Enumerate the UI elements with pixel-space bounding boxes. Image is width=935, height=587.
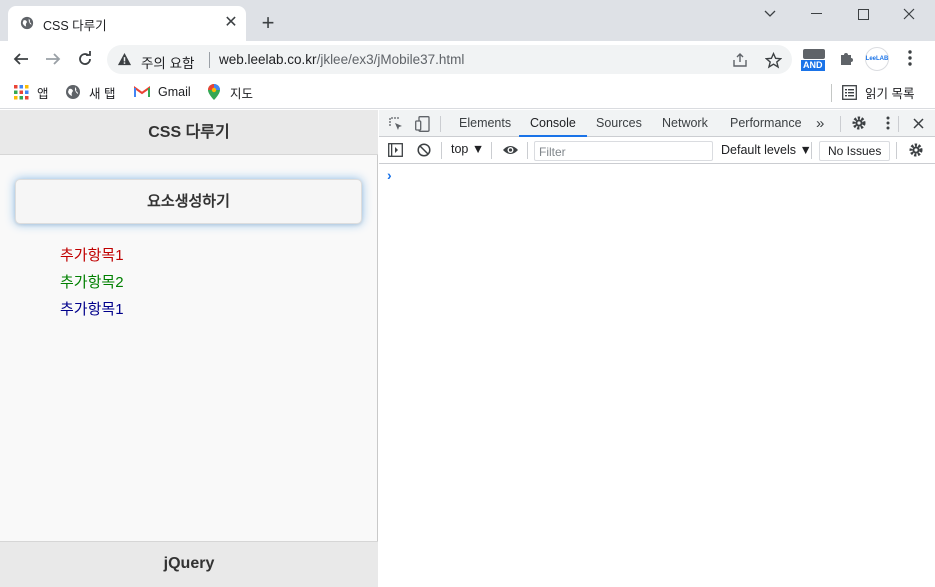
reading-list-button[interactable]: 읽기 목록 — [841, 82, 914, 102]
devtools-panel: Elements Console Sources Network Perform… — [379, 110, 935, 587]
devtools-divider — [440, 116, 441, 132]
issues-button[interactable]: No Issues — [819, 141, 891, 161]
clear-console-icon[interactable] — [415, 141, 433, 159]
profile-avatar[interactable]: LeeLAB — [865, 47, 889, 71]
url-path: /jklee/ex3/jMobile37.html — [316, 52, 465, 67]
back-icon[interactable] — [9, 47, 33, 71]
browser-toolbar: 주의 요함 web.leelab.co.kr/jklee/ex3/jMobile… — [0, 41, 935, 77]
share-icon[interactable] — [731, 51, 749, 69]
context-selector[interactable]: top ▼ — [451, 142, 484, 156]
sidebar-toggle-icon[interactable] — [386, 141, 404, 159]
extension-badge: AND — [801, 60, 825, 71]
devtools-divider — [896, 142, 897, 159]
devtools-divider — [811, 142, 812, 159]
bookmark-gmail[interactable]: Gmail — [134, 82, 191, 102]
minimize-button[interactable] — [793, 0, 839, 28]
devtools-divider — [441, 142, 442, 159]
new-tab-button[interactable]: + — [258, 12, 278, 34]
address-bar[interactable]: 주의 요함 web.leelab.co.kr/jklee/ex3/jMobile… — [107, 45, 792, 74]
maps-pin-icon — [206, 84, 222, 100]
globe-icon — [20, 16, 34, 30]
tab-network[interactable]: Network — [662, 110, 708, 137]
bookmark-label: 새 탭 — [89, 86, 116, 101]
added-item-1: 추가항목1 — [60, 247, 124, 264]
device-toolbar-icon[interactable] — [413, 115, 431, 133]
browser-tab[interactable]: CSS 다루기 ✕ — [8, 6, 246, 41]
puzzle-icon[interactable] — [838, 50, 854, 69]
tab-performance[interactable]: Performance — [730, 110, 802, 137]
bookmark-label: 지도 — [230, 86, 254, 101]
tab-title: CSS 다루기 — [43, 19, 107, 33]
log-levels-dropdown[interactable]: Default levels ▼ — [721, 143, 812, 157]
star-icon[interactable] — [764, 51, 782, 69]
devtools-divider — [491, 142, 492, 159]
reading-list-label: 읽기 목록 — [865, 86, 915, 101]
eye-icon[interactable] — [501, 141, 519, 159]
tab-elements[interactable]: Elements — [459, 110, 511, 137]
create-element-button[interactable]: 요소생성하기 — [15, 179, 362, 224]
globe-icon — [65, 84, 81, 100]
chevron-down-icon[interactable] — [747, 0, 793, 28]
inspect-element-icon[interactable] — [387, 115, 405, 133]
page-header: CSS 다루기 — [0, 110, 378, 155]
bookmark-label: 앱 — [37, 86, 49, 101]
tab-sources[interactable]: Sources — [596, 110, 642, 137]
close-icon[interactable]: ✕ — [223, 15, 239, 31]
devtools-tab-bar: Elements Console Sources Network Perform… — [379, 110, 935, 137]
reload-icon[interactable] — [73, 47, 97, 71]
extension-and-icon[interactable]: AND — [800, 47, 828, 73]
close-icon[interactable] — [909, 114, 927, 132]
added-item-3: 추가항목1 — [60, 301, 124, 318]
kebab-menu-icon[interactable] — [879, 114, 897, 132]
warning-icon[interactable] — [117, 52, 132, 67]
devtools-divider — [527, 142, 528, 159]
maximize-button[interactable] — [840, 0, 886, 28]
bookmark-apps[interactable]: 앱 — [13, 82, 49, 102]
page-footer: jQuery — [0, 541, 378, 587]
bookmark-maps[interactable]: 지도 — [206, 82, 253, 102]
url-text[interactable]: web.leelab.co.kr/jklee/ex3/jMobile37.htm… — [219, 52, 464, 67]
added-item-2: 추가항목2 — [60, 274, 124, 291]
filter-input[interactable]: Filter — [534, 141, 713, 161]
console-settings-gear-icon[interactable] — [907, 141, 925, 159]
bookmark-label: Gmail — [158, 85, 191, 99]
more-tabs-icon[interactable]: » — [816, 110, 824, 137]
console-toolbar: top ▼ Filter Default levels ▼ No Issues — [379, 137, 935, 164]
bookmarks-bar: 앱 새 탭 Gmail 지도 읽기 목록 — [0, 77, 935, 109]
devtools-divider — [840, 116, 841, 132]
profile-label: LeeLAB — [865, 56, 889, 62]
devtools-divider — [898, 116, 899, 132]
forward-icon[interactable] — [41, 47, 65, 71]
web-page: CSS 다루기 요소생성하기 추가항목1 추가항목2 추가항목1 jQuery — [0, 110, 378, 587]
omnibox-divider — [209, 52, 210, 68]
console-prompt[interactable]: › — [387, 167, 392, 183]
tab-console[interactable]: Console — [519, 110, 587, 137]
gmail-icon — [134, 84, 150, 100]
reading-list-icon — [841, 84, 857, 100]
window-close-button[interactable] — [886, 0, 932, 28]
url-host: web.leelab.co.kr — [219, 52, 317, 67]
security-label[interactable]: 주의 요함 — [141, 52, 194, 72]
gear-icon[interactable] — [850, 114, 868, 132]
menu-dots-icon[interactable] — [904, 49, 916, 70]
bookmarks-divider — [831, 84, 832, 102]
apps-grid-icon — [13, 84, 29, 100]
bookmark-new-tab[interactable]: 새 탭 — [65, 82, 115, 102]
tab-strip: CSS 다루기 ✕ + — [0, 0, 935, 41]
